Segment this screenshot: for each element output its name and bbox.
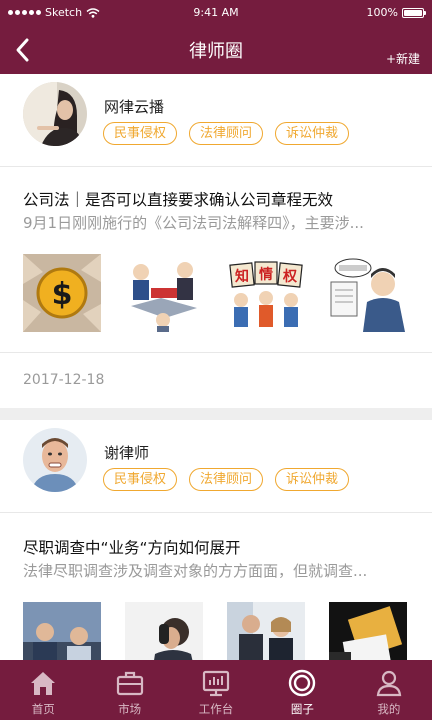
divider bbox=[0, 512, 432, 513]
author-avatar[interactable] bbox=[23, 82, 87, 146]
tag-list: 民事侵权 法律顾问 诉讼仲裁 bbox=[103, 122, 350, 145]
author-name[interactable]: 谢律师 bbox=[104, 442, 149, 463]
tag[interactable]: 民事侵权 bbox=[103, 122, 178, 145]
home-icon bbox=[31, 672, 56, 695]
status-bar: Sketch 9:41 AM 100% bbox=[0, 0, 432, 26]
tab-label: 我的 bbox=[377, 702, 401, 716]
tab-circle[interactable]: 圈子 bbox=[259, 660, 345, 720]
author-row[interactable]: 谢律师 民事侵权 法律顾问 诉讼仲裁 bbox=[0, 420, 432, 512]
battery-icon bbox=[402, 7, 426, 18]
phone-call-photo[interactable] bbox=[125, 602, 203, 660]
tab-mine[interactable]: 我的 bbox=[346, 660, 432, 720]
tab-label: 首页 bbox=[31, 702, 55, 716]
tag[interactable]: 民事侵权 bbox=[103, 468, 178, 491]
tag[interactable]: 法律顾问 bbox=[189, 468, 264, 491]
svg-text:情: 情 bbox=[259, 266, 273, 283]
tag-list: 民事侵权 法律顾问 诉讼仲裁 bbox=[103, 468, 350, 491]
tab-workbench[interactable]: 工作台 bbox=[173, 660, 259, 720]
post-summary[interactable]: 法律尽职调查涉及调查对象的方方面面，但就调查... bbox=[23, 560, 367, 581]
circle-icon bbox=[289, 669, 316, 697]
dollar-coin-image[interactable]: $ bbox=[23, 254, 101, 332]
person-icon bbox=[376, 670, 402, 697]
feed[interactable]: 网律云播 民事侵权 法律顾问 诉讼仲裁 公司法｜是否可以直接要求确认公司章程无效… bbox=[0, 74, 432, 660]
post-title[interactable]: 尽职调查中“业务“方向如何展开 bbox=[23, 536, 241, 558]
intellectual-property-cartoon-image[interactable]: 知 情 权 bbox=[227, 254, 305, 332]
tab-bar: 首页 市场 工作台 圈子 我的 bbox=[0, 660, 432, 720]
meeting-photo[interactable] bbox=[23, 602, 101, 660]
svg-text:$: $ bbox=[52, 277, 73, 312]
svg-text:知: 知 bbox=[235, 268, 249, 285]
dashboard-icon bbox=[202, 670, 230, 697]
tag[interactable]: 法律顾问 bbox=[189, 122, 264, 145]
nav-bar: 律师圈 +新建 bbox=[0, 26, 432, 74]
tag[interactable]: 诉讼仲裁 bbox=[275, 468, 350, 491]
post-title[interactable]: 公司法｜是否可以直接要求确认公司章程无效 bbox=[23, 188, 333, 210]
section-separator bbox=[0, 408, 432, 420]
tab-label: 工作台 bbox=[198, 702, 234, 716]
divider bbox=[0, 352, 432, 353]
svg-text:权: 权 bbox=[282, 268, 298, 285]
battery-info: 100% bbox=[366, 6, 426, 19]
post-date: 2017-12-18 bbox=[23, 372, 105, 388]
author-name[interactable]: 网律云播 bbox=[104, 96, 164, 117]
document-handshake-photo[interactable] bbox=[329, 602, 407, 660]
post-summary[interactable]: 9月1日刚刚施行的《公司法司法解释四》，主要涉... bbox=[23, 212, 364, 233]
lawyer-cartoon-image[interactable] bbox=[329, 254, 407, 332]
author-avatar[interactable] bbox=[23, 428, 87, 492]
tab-label: 圈子 bbox=[290, 702, 314, 716]
post-thumbnails bbox=[23, 602, 407, 660]
briefcase-icon bbox=[116, 671, 143, 696]
tab-label: 市场 bbox=[118, 702, 142, 716]
author-row[interactable]: 网律云播 民事侵权 法律顾问 诉讼仲裁 bbox=[0, 74, 432, 166]
new-post-button[interactable]: +新建 bbox=[386, 50, 420, 67]
business-cartoon-image[interactable] bbox=[125, 254, 203, 332]
business-people-photo[interactable] bbox=[227, 602, 305, 660]
battery-text: 100% bbox=[366, 6, 398, 19]
tab-market[interactable]: 市场 bbox=[86, 660, 172, 720]
battery-fill bbox=[404, 9, 422, 16]
page-title: 律师圈 bbox=[189, 41, 243, 62]
tag[interactable]: 诉讼仲裁 bbox=[275, 122, 350, 145]
divider bbox=[0, 166, 432, 167]
tab-home[interactable]: 首页 bbox=[0, 660, 86, 720]
post-thumbnails: $ 知 情 权 bbox=[23, 254, 407, 332]
